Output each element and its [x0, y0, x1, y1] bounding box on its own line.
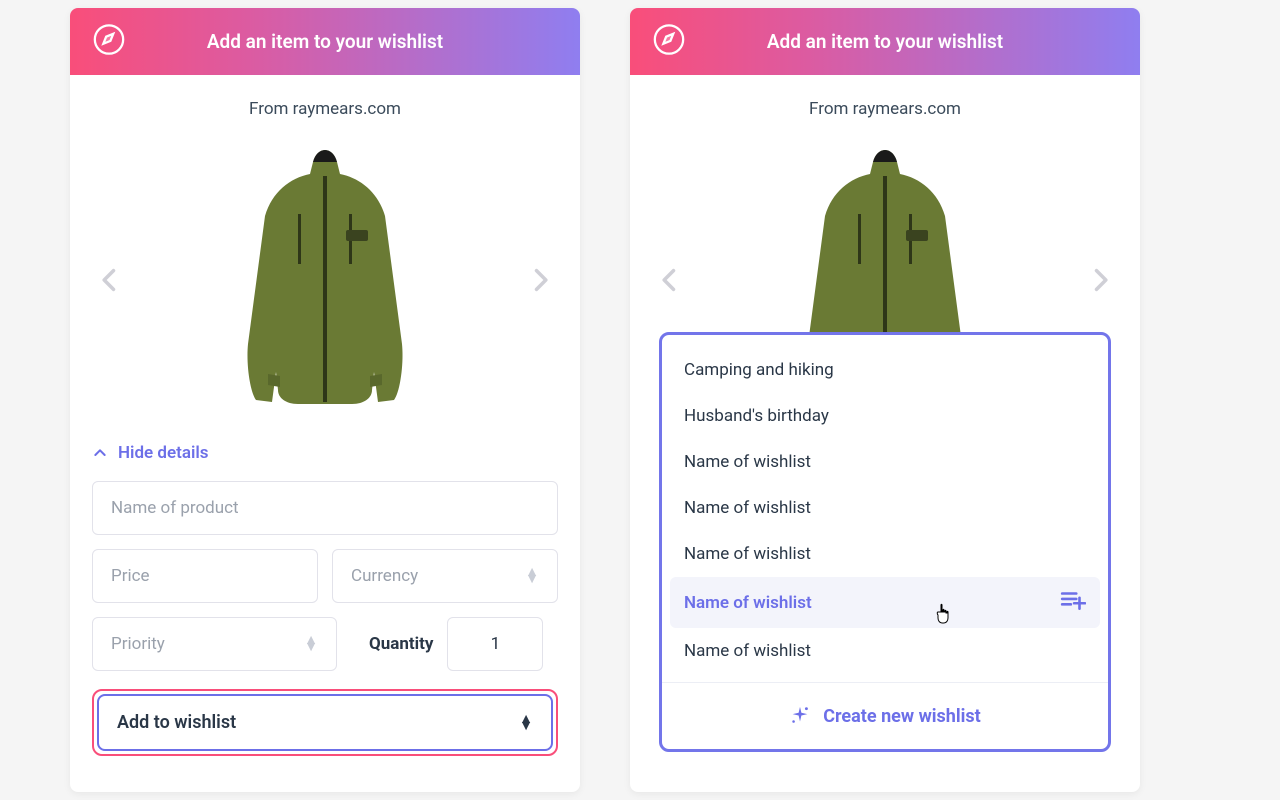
select-caret-icon: ▲▼: [525, 569, 539, 583]
select-caret-icon: ▲▼: [304, 637, 318, 651]
wishlist-option-label: Name of wishlist: [684, 641, 811, 661]
wishlist-option-label: Camping and hiking: [684, 360, 834, 380]
wishlist-option-label: Husband's birthday: [684, 406, 829, 426]
next-image-button[interactable]: [518, 250, 562, 310]
wishlist-form-card: Add an item to your wishlist From raymea…: [70, 8, 580, 792]
wishlist-option[interactable]: Camping and hiking: [670, 347, 1100, 393]
add-to-list-icon: [1060, 590, 1086, 615]
quantity-field: Quantity 1: [351, 617, 558, 671]
jacket-illustration: [220, 144, 430, 416]
wishlist-option-label: Name of wishlist: [684, 593, 812, 613]
select-caret-icon: ▲▼: [519, 716, 533, 730]
wishlist-dropdown-card: Add an item to your wishlist From raymea…: [630, 8, 1140, 792]
next-image-button[interactable]: [1078, 250, 1122, 310]
hide-details-toggle[interactable]: Hide details: [92, 435, 558, 481]
wishlist-option[interactable]: Name of wishlist: [670, 577, 1100, 628]
pointer-cursor-icon: [934, 602, 954, 631]
header-title: Add an item to your wishlist: [207, 30, 443, 53]
product-name-input[interactable]: Name of product: [92, 481, 558, 535]
add-to-wishlist-select[interactable]: Add to wishlist ▲▼: [97, 694, 553, 751]
prev-image-button[interactable]: [88, 250, 132, 310]
currency-select[interactable]: Currency ▲▼: [332, 549, 558, 603]
product-image: [132, 135, 518, 425]
quantity-label: Quantity: [351, 634, 433, 654]
sparkle-icon: [789, 705, 811, 727]
product-carousel: [70, 125, 580, 435]
wishlist-option[interactable]: Name of wishlist: [670, 485, 1100, 531]
source-label: From raymears.com: [630, 75, 1140, 125]
create-new-wishlist-label: Create new wishlist: [823, 706, 981, 727]
hide-details-label: Hide details: [118, 443, 209, 463]
priority-select[interactable]: Priority ▲▼: [92, 617, 337, 671]
wishlist-option[interactable]: Name of wishlist: [670, 439, 1100, 485]
wishlist-options-list[interactable]: Camping and hiking Husband's birthday Name…: [662, 335, 1108, 682]
wishlist-option[interactable]: Name of wishlist: [670, 628, 1100, 674]
prev-image-button[interactable]: [648, 250, 692, 310]
wishlist-option-label: Name of wishlist: [684, 452, 811, 472]
compass-icon: [652, 22, 686, 61]
card-header: Add an item to your wishlist: [630, 8, 1140, 75]
quantity-input[interactable]: 1: [447, 617, 543, 671]
add-to-wishlist-focus-ring: Add to wishlist ▲▼: [92, 689, 558, 756]
create-new-wishlist-button[interactable]: Create new wishlist: [662, 682, 1108, 749]
compass-icon: [92, 22, 126, 61]
wishlist-option-label: Name of wishlist: [684, 544, 811, 564]
chevron-up-icon: [92, 445, 108, 461]
wishlist-dropdown-panel: Camping and hiking Husband's birthday Name…: [659, 332, 1111, 752]
source-label: From raymears.com: [70, 75, 580, 125]
price-input[interactable]: Price: [92, 549, 318, 603]
header-title: Add an item to your wishlist: [767, 30, 1003, 53]
wishlist-option[interactable]: Husband's birthday: [670, 393, 1100, 439]
card-header: Add an item to your wishlist: [70, 8, 580, 75]
wishlist-option-label: Name of wishlist: [684, 498, 811, 518]
wishlist-option[interactable]: Name of wishlist: [670, 531, 1100, 577]
